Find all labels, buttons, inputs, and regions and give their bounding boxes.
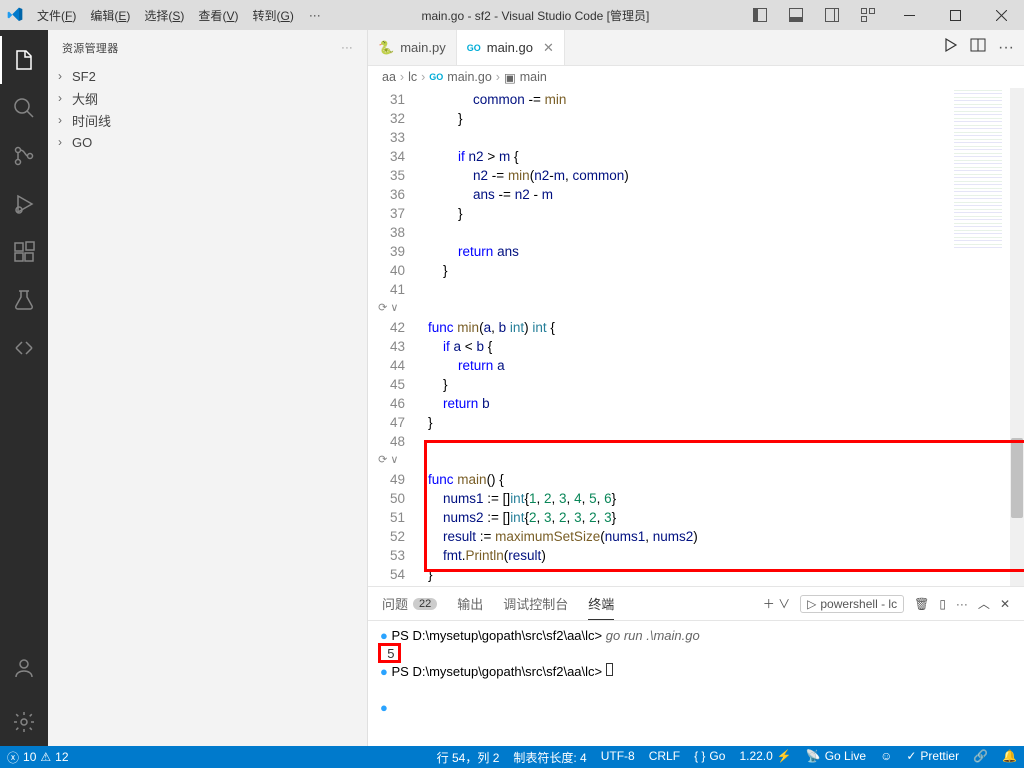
panel-tab-problems[interactable]: 问题22 bbox=[382, 587, 437, 620]
extensions-icon[interactable] bbox=[0, 228, 48, 276]
remote-icon[interactable] bbox=[0, 324, 48, 372]
sidebar-more-icon[interactable]: ··· bbox=[341, 42, 353, 54]
panel-tab-debug[interactable]: 调试控制台 bbox=[503, 587, 568, 620]
codelens-icon[interactable]: ⟳ ∨ bbox=[368, 299, 398, 318]
tree-item-outline[interactable]: ›大纲 bbox=[48, 87, 367, 109]
editor-area: 🐍 main.py GO main.go ✕ ··· aa› lc› GOmai… bbox=[368, 30, 1024, 746]
status-go-live[interactable]: 📡Go Live bbox=[799, 749, 873, 763]
run-file-icon[interactable] bbox=[942, 37, 958, 58]
editor-more-icon[interactable]: ··· bbox=[998, 39, 1014, 57]
tabs-row: 🐍 main.py GO main.go ✕ ··· bbox=[368, 30, 1024, 66]
terminal-dropdown[interactable]: ▷powershell - lc bbox=[800, 595, 904, 613]
layout-panel-bottom-icon[interactable] bbox=[778, 0, 814, 30]
status-feedback-icon[interactable]: ☺ bbox=[873, 749, 899, 763]
broadcast-icon: 📡 bbox=[806, 749, 821, 763]
codelens-icon[interactable]: ⟳ ∨ bbox=[368, 451, 398, 470]
warning-icon: ⚠ bbox=[40, 750, 51, 764]
menu-file[interactable]: 文件(F) bbox=[30, 7, 83, 24]
settings-gear-icon[interactable] bbox=[0, 698, 48, 746]
kill-terminal-icon[interactable]: 🗑 bbox=[914, 597, 929, 611]
statusbar: ⓧ10⚠12 行 54，列 2 制表符长度: 4 UTF-8 CRLF { }G… bbox=[0, 746, 1024, 768]
symbol-icon: ▣ bbox=[504, 70, 516, 85]
menu-edit[interactable]: 编辑(E) bbox=[83, 7, 137, 24]
panel-tab-output[interactable]: 输出 bbox=[457, 587, 483, 620]
panel: 问题22 输出 调试控制台 终端 ＋ ∨ ▷powershell - lc 🗑 … bbox=[368, 586, 1024, 746]
status-eol[interactable]: CRLF bbox=[642, 749, 687, 763]
vscode-icon bbox=[0, 7, 30, 23]
tab-close-icon[interactable]: ✕ bbox=[543, 40, 554, 56]
lightning-icon: ⚡ bbox=[777, 749, 792, 763]
tree-item-go[interactable]: ›GO bbox=[48, 131, 367, 153]
menu-select[interactable]: 选择(S) bbox=[137, 7, 191, 24]
menu-view[interactable]: 查看(V) bbox=[191, 7, 245, 24]
panel-close-icon[interactable]: ✕ bbox=[1000, 597, 1010, 611]
layout-customize-icon[interactable] bbox=[850, 0, 886, 30]
status-indent[interactable]: 制表符长度: 4 bbox=[506, 749, 593, 766]
status-lang[interactable]: { }Go bbox=[687, 749, 732, 763]
panel-tab-terminal[interactable]: 终端 bbox=[588, 587, 614, 620]
panel-more-icon[interactable]: ··· bbox=[956, 597, 968, 611]
terminal[interactable]: ● PS D:\mysetup\gopath\src\sf2\aa\lc> go… bbox=[368, 621, 1024, 746]
menu-overflow[interactable]: ··· bbox=[301, 8, 329, 22]
accounts-icon[interactable] bbox=[0, 644, 48, 692]
tab-main-py[interactable]: 🐍 main.py bbox=[368, 30, 457, 65]
split-terminal-icon[interactable]: ▯ bbox=[939, 597, 946, 611]
minimap[interactable] bbox=[954, 90, 1002, 250]
go-icon: GO bbox=[467, 43, 481, 53]
new-terminal-icon[interactable]: ＋ ∨ bbox=[763, 595, 790, 612]
code-editor[interactable]: 3132333435363738394041 42434445464748 49… bbox=[368, 88, 1024, 586]
go-icon: GO bbox=[429, 72, 443, 82]
explorer-icon[interactable] bbox=[0, 36, 48, 84]
source-control-icon[interactable] bbox=[0, 132, 48, 180]
check-icon: ✓ bbox=[906, 749, 916, 763]
status-encoding[interactable]: UTF-8 bbox=[594, 749, 642, 763]
breadcrumb[interactable]: aa› lc› GOmain.go› ▣main bbox=[368, 66, 1024, 88]
tab-main-go[interactable]: GO main.go ✕ bbox=[457, 30, 565, 65]
search-icon[interactable] bbox=[0, 84, 48, 132]
menu-goto[interactable]: 转到(G) bbox=[245, 7, 300, 24]
window-minimize-icon[interactable] bbox=[886, 0, 932, 30]
sidebar-title: 资源管理器 bbox=[62, 40, 341, 56]
tree-item-sf2[interactable]: ›SF2 bbox=[48, 65, 367, 87]
split-editor-icon[interactable] bbox=[970, 37, 986, 58]
activitybar bbox=[0, 30, 48, 746]
titlebar: 文件(F) 编辑(E) 选择(S) 查看(V) 转到(G) ··· main.g… bbox=[0, 0, 1024, 30]
layout-panel-right-icon[interactable] bbox=[814, 0, 850, 30]
window-maximize-icon[interactable] bbox=[932, 0, 978, 30]
window-title: main.go - sf2 - Visual Studio Code [管理员] bbox=[329, 7, 742, 24]
error-icon: ⓧ bbox=[7, 749, 19, 766]
status-bell-icon[interactable]: 🔔 bbox=[995, 749, 1024, 763]
status-errors[interactable]: ⓧ10⚠12 bbox=[0, 746, 76, 768]
window-close-icon[interactable] bbox=[978, 0, 1024, 30]
status-go-version[interactable]: 1.22.0⚡ bbox=[732, 749, 798, 763]
run-debug-icon[interactable] bbox=[0, 180, 48, 228]
python-icon: 🐍 bbox=[378, 40, 394, 56]
layout-panel-left-icon[interactable] bbox=[742, 0, 778, 30]
scrollbar[interactable] bbox=[1010, 88, 1024, 586]
explorer-sidebar: 资源管理器 ··· ›SF2 ›大纲 ›时间线 ›GO bbox=[48, 30, 368, 746]
status-link-icon[interactable]: 🔗 bbox=[966, 749, 995, 763]
status-cursor[interactable]: 行 54，列 2 bbox=[430, 749, 507, 766]
tree-item-timeline[interactable]: ›时间线 bbox=[48, 109, 367, 131]
status-prettier[interactable]: ✓Prettier bbox=[899, 749, 966, 763]
terminal-output: 5 bbox=[387, 646, 394, 661]
panel-chevron-up-icon[interactable]: ︿ bbox=[978, 595, 990, 612]
testing-icon[interactable] bbox=[0, 276, 48, 324]
